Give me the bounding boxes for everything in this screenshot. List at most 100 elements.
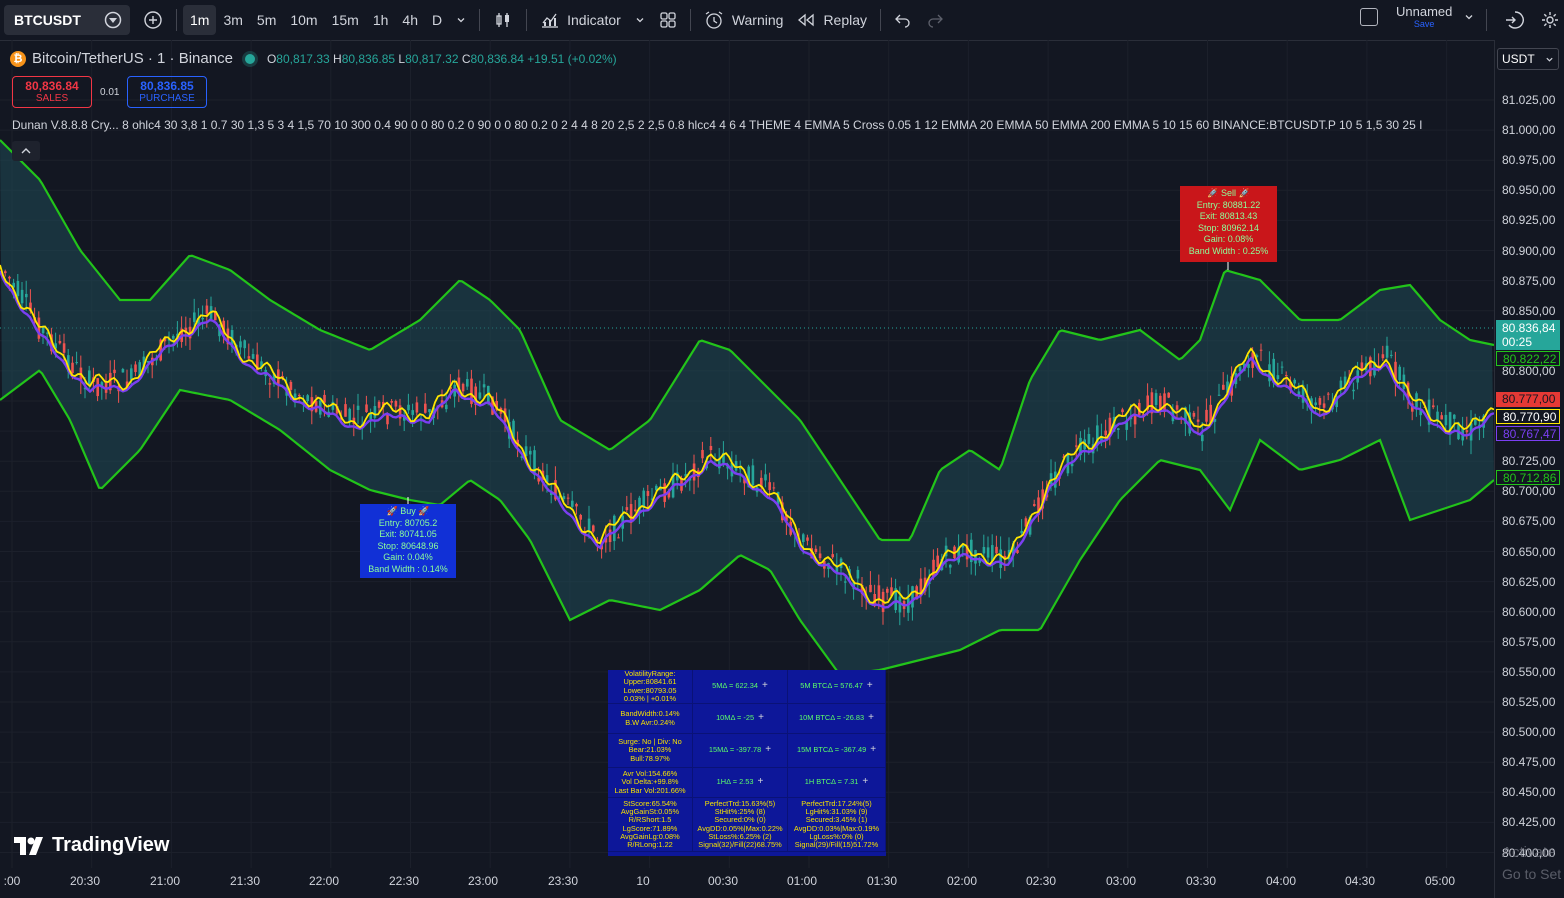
candle-body: [1154, 393, 1158, 406]
btc-delta-1h: 1H BTCΔ = 7.31: [804, 777, 859, 787]
sell-button[interactable]: 80,836.84 SALES: [12, 76, 92, 108]
candle-body: [172, 335, 175, 339]
chevron-down-icon: [635, 15, 645, 25]
plus-icon: +: [866, 680, 873, 692]
candle-body: [1398, 366, 1401, 381]
legend-title[interactable]: Bitcoin/TetherUS · 1 · Binance: [32, 50, 233, 67]
currency-selector[interactable]: USDT: [1497, 48, 1559, 70]
layout-checkbox[interactable]: [1360, 8, 1378, 26]
timeframe-dropdown[interactable]: [449, 5, 473, 35]
candle-body: [1369, 357, 1372, 377]
replay-button[interactable]: Replay: [790, 5, 874, 35]
short-performance-cell: PerfectTrd:15.63%(5) StHit%:25% (8) Secure…: [693, 798, 788, 852]
buy-price: 80,836.85: [140, 78, 194, 93]
spread-value: 0.01: [100, 87, 120, 98]
btc-delta-15m: 15M BTCΔ = -367.49: [796, 745, 867, 755]
timeframe-1m[interactable]: 1m: [183, 5, 217, 35]
time-axis[interactable]: :00 20:30 21:00 21:30 22:00 22:30 23:00 23:30 10…: [0, 868, 1494, 898]
time-tick: 20:30: [69, 874, 101, 888]
tradingview-logo: TradingView: [14, 834, 169, 857]
time-tick: 04:00: [1265, 874, 1297, 888]
candle-body: [1033, 504, 1036, 506]
quick-search-icon[interactable]: [1502, 9, 1524, 31]
candle-body: [344, 404, 347, 417]
timeframe-3m[interactable]: 3m: [216, 5, 249, 35]
candle-body: [529, 450, 532, 455]
candle-body: [911, 586, 914, 608]
candle-body: [806, 537, 809, 541]
timeframe-15m[interactable]: 15m: [325, 5, 366, 35]
candle-body: [1049, 473, 1053, 485]
candle-body: [1352, 389, 1355, 392]
price-tick: 80.500,00: [1502, 725, 1556, 740]
time-tick: 05:00: [1424, 874, 1456, 888]
candle-body: [88, 370, 91, 385]
candle-body: [617, 537, 620, 539]
price-tick: 81.000,00: [1502, 123, 1556, 138]
candle-body: [856, 569, 860, 579]
stat-line: Last Bar Vol:201.66%: [614, 785, 686, 795]
symbol-search[interactable]: BTCUSDT: [4, 5, 130, 35]
candle-body: [121, 369, 125, 373]
indicator-legend[interactable]: Dunan V.8.8.8 Cry... 8 ohlc4 30 3,8 1 0.…: [12, 118, 1490, 132]
candle-body: [1440, 415, 1443, 420]
candle-body: [306, 395, 309, 402]
separator: [880, 9, 882, 31]
redo-button[interactable]: [919, 5, 951, 35]
layout-name-button[interactable]: Unnamed Save: [1396, 5, 1452, 29]
stat-line: Signal(32)/Fill(22)68.75%: [698, 839, 782, 849]
timeframe-d[interactable]: D: [425, 5, 449, 35]
chevron-down-icon[interactable]: [1464, 12, 1474, 22]
ohlc-values: O80,817.33 H80,836.85 L80,817.32 C80,836…: [267, 52, 617, 66]
buy-button[interactable]: 80,836.85 PURCHASE: [127, 76, 207, 108]
btc-delta-10m: 10M BTCΔ = -26.83: [799, 713, 865, 723]
indicators-dropdown[interactable]: [628, 5, 652, 35]
sell-signal-band: Band Width : 0.25%: [1188, 245, 1269, 256]
candle-body: [1238, 366, 1242, 372]
candle-body: [356, 405, 360, 410]
long-performance-cell: PerfectTrd:17.24%(5) LgHit%:31.03% (9) Sec…: [788, 798, 886, 852]
candle-body: [1175, 405, 1179, 410]
watchlist-icon[interactable]: [104, 11, 122, 29]
timeframe-5m[interactable]: 5m: [250, 5, 283, 35]
settings-gear-icon[interactable]: [1540, 10, 1560, 30]
candle-body: [1259, 349, 1263, 351]
buy-signal-title: 🚀 Buy 🚀: [386, 506, 430, 516]
collapse-legend-button[interactable]: [12, 141, 40, 161]
sell-price: 80,836.84: [25, 78, 79, 93]
undo-button[interactable]: [887, 5, 919, 35]
candle-body: [1121, 409, 1124, 413]
price-tick: 80.550,00: [1502, 664, 1556, 679]
timeframe-10m[interactable]: 10m: [283, 5, 324, 35]
separator: [526, 9, 528, 31]
price-axis[interactable]: [1494, 40, 1564, 898]
candle-body: [587, 518, 591, 532]
indicators-button[interactable]: Indicator: [533, 5, 628, 35]
candle-body: [8, 276, 11, 279]
time-tick: 21:30: [229, 874, 261, 888]
layouts-button[interactable]: [652, 5, 684, 35]
top-toolbar: BTCUSDT 1m 3m 5m 10m 15m 1h 4h D Indicat…: [0, 0, 1564, 41]
chart-type-button[interactable]: [486, 5, 520, 35]
buy-signal-band: Band Width : 0.14%: [368, 563, 448, 574]
sell-signal-title: 🚀 Sell 🚀: [1207, 188, 1250, 198]
candle-body: [193, 312, 196, 322]
candle-body: [247, 356, 251, 359]
candle-body: [1432, 405, 1435, 408]
candle-body: [936, 555, 939, 567]
candle-body: [831, 554, 834, 558]
candle-body: [482, 384, 486, 388]
alert-button[interactable]: Warning: [697, 5, 791, 35]
candle-body: [1104, 430, 1107, 436]
candle-body: [1075, 445, 1078, 447]
candle-body: [390, 401, 393, 403]
last-price-label: 80.836,84 00:25: [1496, 320, 1560, 350]
timeframe-4h[interactable]: 4h: [395, 5, 425, 35]
yellow-level-label: 80.770,90: [1496, 409, 1560, 424]
redo-icon: [926, 12, 944, 28]
timeframe-1h[interactable]: 1h: [366, 5, 396, 35]
tradingview-logo-text: TradingView: [52, 834, 170, 856]
plus-icon: +: [862, 776, 869, 788]
candle-body: [663, 483, 666, 502]
compare-button[interactable]: [136, 5, 170, 35]
